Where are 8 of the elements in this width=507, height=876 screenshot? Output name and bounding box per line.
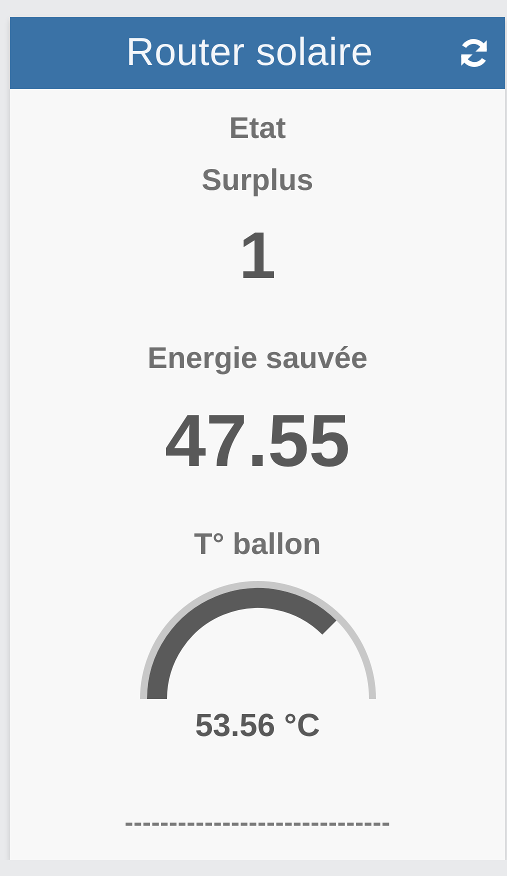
widget-label: T° ballon	[194, 527, 321, 563]
card-title: Router solaire	[126, 31, 373, 75]
widget-label: Energie sauvée	[147, 341, 368, 377]
widget-value: 47.55	[164, 401, 350, 481]
widget-label: Etat Surplus	[202, 111, 314, 199]
footer-dashes: ------------------------------	[124, 807, 390, 838]
gauge-reading: 53.56 °C	[195, 706, 320, 745]
widget-value: 1	[239, 217, 276, 294]
